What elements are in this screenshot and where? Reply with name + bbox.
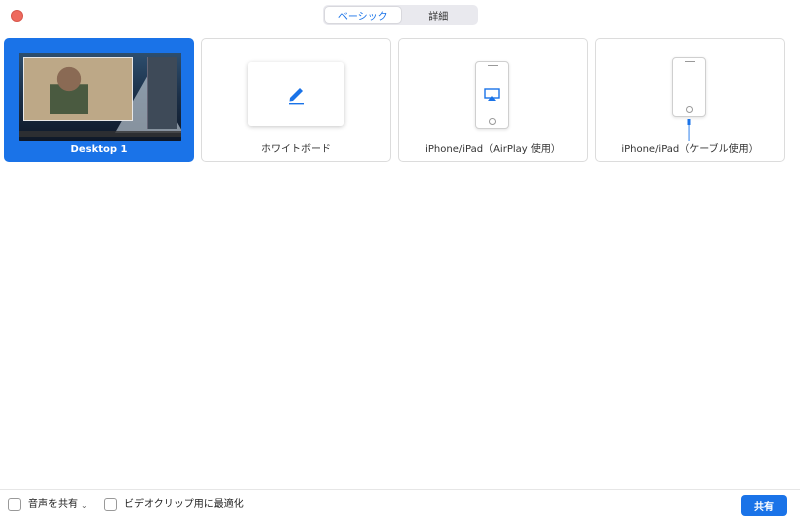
share-audio-label[interactable]: 音声を共有 [28,498,78,511]
phone-home-button [686,106,693,113]
source-label: iPhone/iPad（ケーブル使用） [621,144,759,155]
video-person [50,64,88,114]
source-card-desktop-1[interactable]: Desktop 1 [4,38,194,162]
share-audio-checkbox[interactable] [8,498,21,511]
source-label: iPhone/iPad（AirPlay 使用） [425,144,561,155]
source-label: ホワイトボード [261,144,331,155]
window-close-button[interactable] [11,10,23,22]
lightning-cable-icon [687,119,691,141]
whiteboard-sheet [248,62,344,126]
side-panel-thumbnail [147,57,177,129]
share-button[interactable]: 共有 [741,495,787,516]
phone-speaker [488,65,498,66]
dock-thumbnail [19,131,181,137]
bottom-divider [0,489,800,490]
source-card-whiteboard[interactable]: ホワイトボード [201,38,391,162]
phone-illustration [672,57,706,117]
tab-basic[interactable]: ベーシック [325,7,401,23]
phone-home-button [489,118,496,125]
tab-advanced[interactable]: 詳細 [401,7,477,23]
desktop-thumbnail [19,53,181,141]
share-mode-tabs: ベーシック 詳細 [323,5,478,25]
video-window-thumbnail [23,57,133,121]
pencil-icon [289,88,304,105]
phone-speaker [685,61,695,62]
phone-illustration [475,61,509,129]
optimize-video-label[interactable]: ビデオクリップ用に最適化 [124,498,244,511]
airplay-icon [484,88,500,101]
chevron-down-icon[interactable]: ⌄ [81,499,88,512]
source-card-airplay[interactable]: iPhone/iPad（AirPlay 使用） [398,38,588,162]
optimize-video-checkbox[interactable] [104,498,117,511]
source-label: Desktop 1 [70,144,128,155]
source-card-cable[interactable]: iPhone/iPad（ケーブル使用） [595,38,785,162]
